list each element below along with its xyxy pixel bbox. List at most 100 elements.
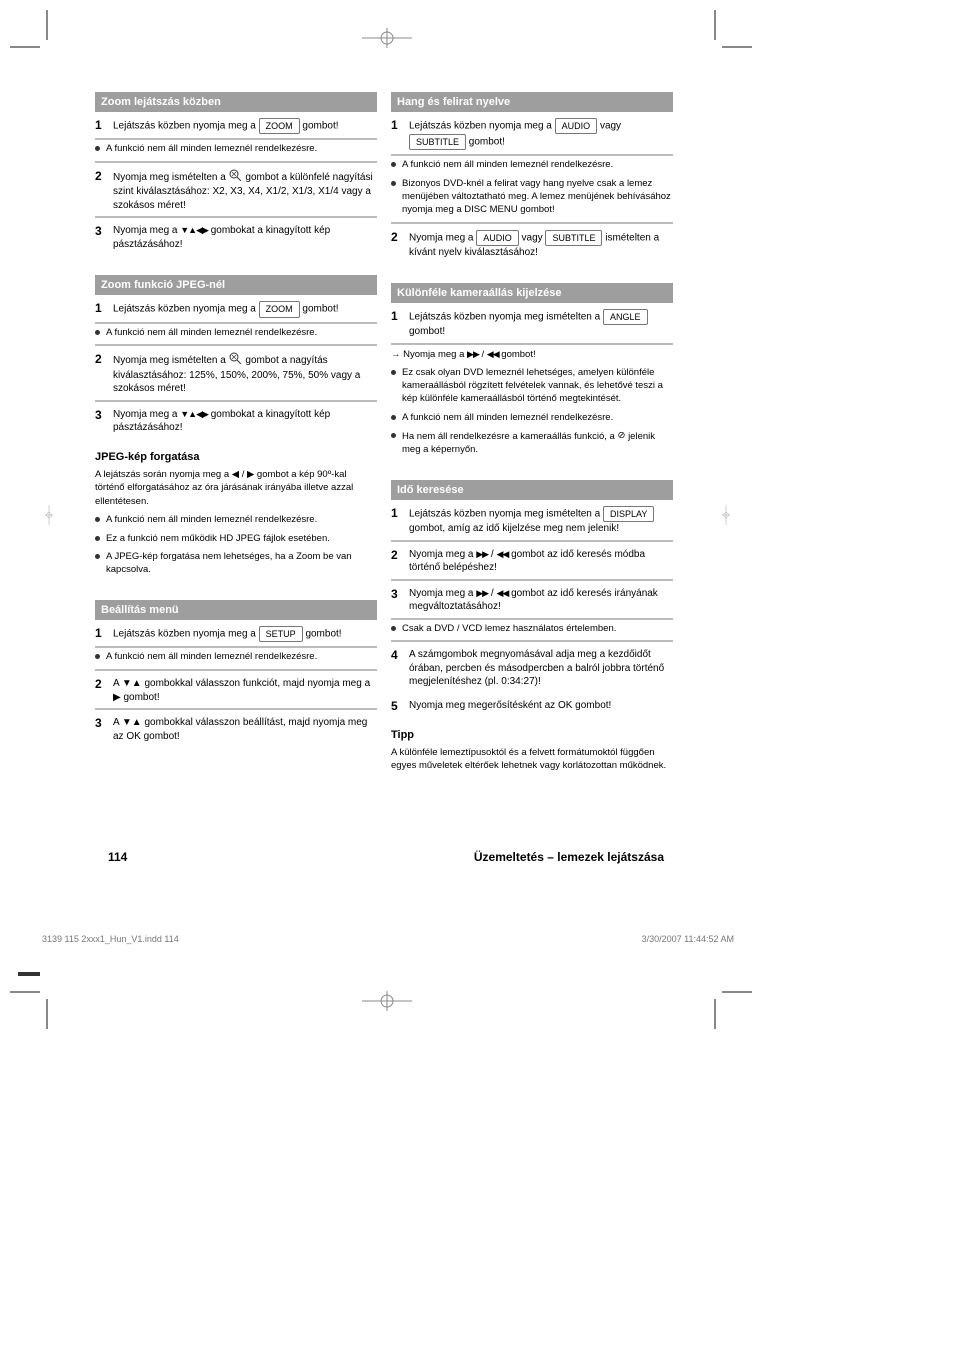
text: gombot!: [469, 137, 505, 148]
bullet-text: A funkció nem áll minden lemeznél rendel…: [402, 412, 613, 425]
ff-icon: ▶▶: [476, 549, 488, 559]
bullet-icon: [391, 370, 396, 375]
step-text: Lejátszás közben nyomja meg a AUDIO vagy…: [409, 118, 673, 150]
zoom-button-label: ZOOM: [259, 118, 300, 134]
step-row: 2 Nyomja meg a ▶▶ / ◀◀ gombot az idő ker…: [391, 544, 673, 581]
bullet-text: A funkció nem áll minden lemeznél rendel…: [402, 159, 613, 172]
bullet-text: A funkció nem áll minden lemeznél rendel…: [106, 327, 317, 340]
step-number: 1: [95, 301, 107, 315]
section-zoom-jpeg-header: Zoom funkció JPEG-nél: [95, 275, 377, 295]
bullet-icon: [391, 415, 396, 420]
step-text: Nyomja meg a ▼▲◀▶ gombokat a kinagyított…: [113, 408, 377, 435]
step-text: Nyomja meg a ▶▶ / ◀◀ gombot az idő keres…: [409, 548, 673, 575]
ff-icon: ▶▶: [467, 349, 479, 359]
step-row: 4 A számgombok megnyomásával adja meg a …: [391, 644, 673, 693]
step-text: Lejátszás közben nyomja meg a SETUP gomb…: [113, 626, 377, 642]
step-text: A ▼▲ gombokkal válasszon beállítást, maj…: [113, 716, 377, 743]
step-row: 3 Nyomja meg a ▶▶ / ◀◀ gombot az idő ker…: [391, 583, 673, 620]
text: gombot!: [409, 326, 445, 337]
step-row: 3 A ▼▲ gombokkal válasszon beállítást, m…: [95, 712, 377, 747]
step-text: Nyomja meg megerősítésként az OK gombot!: [409, 699, 673, 713]
step-number: 3: [391, 587, 403, 601]
text: Lejátszás közben nyomja meg a: [113, 121, 256, 132]
step-number: 1: [391, 309, 403, 323]
step-text: Lejátszás közben nyomja meg a ZOOM gombo…: [113, 118, 377, 134]
step-row: 1 Lejátszás közben nyomja meg a AUDIO va…: [391, 114, 673, 156]
step-number: 2: [391, 548, 403, 562]
subtitle-button-label: SUBTITLE: [545, 230, 602, 246]
step-text: Nyomja meg a ▼▲◀▶ gombokat a kinagyított…: [113, 224, 377, 251]
crop-mark-tr: [704, 18, 744, 58]
bullet-icon: [95, 330, 100, 335]
text: Nyomja meg a: [113, 225, 177, 236]
black-mark: [18, 972, 40, 976]
section-camera-angle-header: Különféle kameraállás kijelzése: [391, 283, 673, 303]
step-number: 1: [95, 118, 107, 132]
audio-button-label: AUDIO: [476, 230, 519, 246]
text: vagy: [522, 232, 543, 243]
bullet-icon: [95, 536, 100, 541]
text: Nyomja meg a: [409, 588, 473, 599]
text: Lejátszás közben nyomja meg a: [113, 629, 256, 640]
crop-mark-br: [704, 981, 744, 1021]
bullet-row: A funkció nem áll minden lemeznél rendel…: [391, 409, 673, 428]
divider: [95, 344, 377, 346]
step-number: 1: [391, 506, 403, 520]
divider: [391, 222, 673, 224]
bullet-row: A funkció nem áll minden lemeznél rendel…: [95, 648, 377, 667]
bullet-icon: [95, 554, 100, 559]
ff-icon: ▶▶: [476, 588, 488, 598]
arrow-buttons-icon: ▼▲◀▶: [180, 225, 208, 235]
step-row: 1 Lejátszás közben nyomja meg ismételten…: [391, 305, 673, 345]
registration-mark-bottom: [362, 991, 412, 1011]
step-number: 1: [95, 626, 107, 640]
step-text: Lejátszás közben nyomja meg ismételten a…: [409, 506, 673, 536]
divider: [95, 161, 377, 163]
text: gombot!: [501, 349, 535, 360]
step-row: 5 Nyomja meg megerősítésként az OK gombo…: [391, 695, 673, 717]
display-button-label: DISPLAY: [603, 506, 654, 522]
step-text: Lejátszás közben nyomja meg ismételten a…: [409, 309, 673, 339]
page-footer: 114 Üzemeltetés – lemezek lejátszása: [108, 850, 664, 864]
section-setup-menu-header: Beállítás menü: [95, 600, 377, 620]
bullet-row: A funkció nem áll minden lemeznél rendel…: [391, 156, 673, 175]
rw-icon: ◀◀: [496, 588, 508, 598]
bullet-row: A funkció nem áll minden lemeznél rendel…: [95, 511, 377, 530]
step-row: 2 A ▼▲ gombokkal válasszon funkciót, maj…: [95, 673, 377, 710]
bullet-text: Bizonyos DVD-knél a felirat vagy hang ny…: [402, 178, 673, 216]
crop-mark-tl: [18, 18, 58, 58]
step-text: Nyomja meg ismételten a gombot a nagyítá…: [113, 352, 377, 396]
subheading-tip: Tipp: [391, 725, 673, 743]
step-text: Nyomja meg ismételten a gombot a különfe…: [113, 169, 377, 213]
bullet-row: Csak a DVD / VCD lemez használatos értel…: [391, 620, 673, 639]
bullet-row: A funkció nem áll minden lemeznél rendel…: [95, 324, 377, 343]
section-time-search-header: Idő keresése: [391, 480, 673, 500]
step-row: 3 Nyomja meg a ▼▲◀▶ gombokat a kinagyíto…: [95, 404, 377, 439]
text: Lejátszás közben nyomja meg ismételten a: [409, 312, 600, 323]
file-timestamp: 3/30/2007 11:44:52 AM: [642, 934, 734, 944]
step-number: 2: [95, 677, 107, 691]
crop-mark-bl: [18, 981, 58, 1021]
step-text: A számgombok megnyomásával adja meg a ke…: [409, 648, 673, 689]
right-column: Hang és felirat nyelve 1 Lejátszás közbe…: [391, 92, 673, 775]
page-content: Zoom lejátszás közben 1 Lejátszás közben…: [95, 92, 673, 775]
bullet-row: Ha nem áll rendelkezésre a kameraállás f…: [391, 427, 673, 460]
step-number: 5: [391, 699, 403, 713]
bullet-row: Ez a funkció nem működik HD JPEG fájlok …: [95, 530, 377, 549]
section-audio-subtitle-header: Hang és felirat nyelve: [391, 92, 673, 112]
step-number: 3: [95, 224, 107, 238]
zoom-button-label: ZOOM: [259, 301, 300, 317]
bullet-icon: [391, 181, 396, 186]
text: gombot!: [302, 121, 338, 132]
registration-mark-right: [701, 505, 751, 525]
step-text: Nyomja meg a AUDIO vagy SUBTITLE ismétel…: [409, 230, 673, 260]
text: vagy: [600, 121, 621, 132]
audio-button-label: AUDIO: [555, 118, 598, 134]
text: Nyomja meg a: [113, 409, 177, 420]
step-text: A ▼▲ gombokkal válasszon funkciót, majd …: [113, 677, 377, 704]
bullet-text: Csak a DVD / VCD lemez használatos értel…: [402, 623, 616, 636]
step-number: 1: [391, 118, 403, 132]
angle-button-label: ANGLE: [603, 309, 648, 325]
bullet-text: Ez a funkció nem működik HD JPEG fájlok …: [106, 533, 330, 546]
bullet-icon: [95, 517, 100, 522]
